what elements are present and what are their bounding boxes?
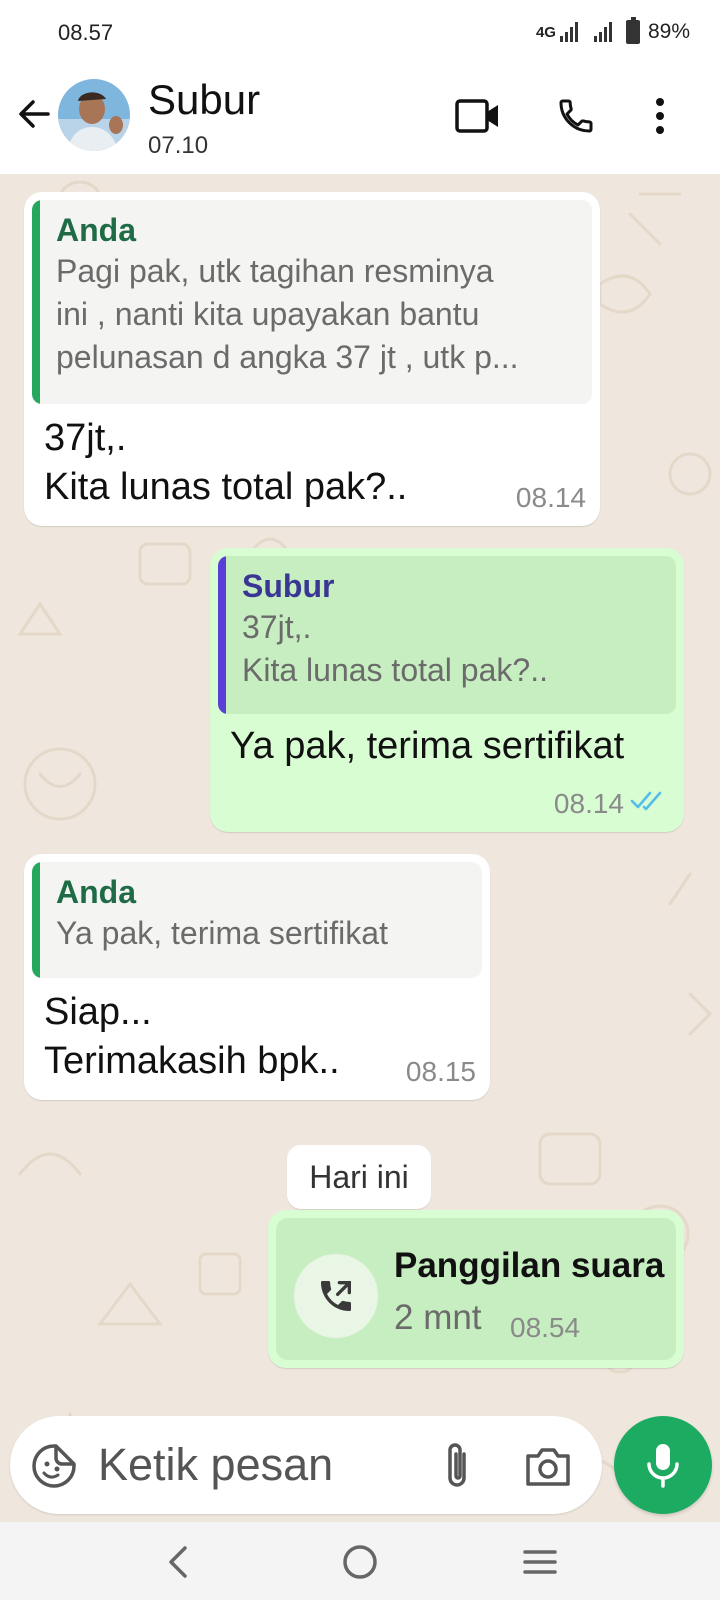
message-outgoing[interactable]: Subur 37jt,. Kita lunas total pak?.. Ya … [210, 548, 684, 832]
chat-header: Subur 07.10 [0, 66, 720, 174]
call-card[interactable]: Panggilan suara 2 mnt 08.54 [276, 1218, 676, 1360]
quote-text-line: ini , nanti kita upayakan bantu [56, 296, 480, 332]
chat-area[interactable]: Anda Pagi pak, utk tagihan resminya ini … [0, 174, 720, 1522]
paperclip-icon[interactable] [434, 1440, 482, 1492]
message-time: 08.54 [510, 1312, 581, 1343]
nav-recents-icon[interactable] [512, 1534, 568, 1590]
contact-name[interactable]: Subur [148, 76, 260, 124]
battery-icon [625, 17, 640, 44]
message-time: 08.14 [515, 482, 586, 513]
read-receipt-icon [630, 789, 666, 816]
nav-back-icon[interactable] [150, 1534, 206, 1590]
quote-text-line: Kita lunas total pak?.. [242, 652, 548, 688]
message-time: 08.15 [405, 1056, 476, 1087]
quote-accent-bar [218, 556, 226, 714]
date-separator: Hari ini [287, 1145, 431, 1209]
avatar[interactable] [58, 79, 130, 151]
nav-home-icon[interactable] [332, 1534, 388, 1590]
quote-text-line: 37jt,. [242, 609, 312, 645]
call-message[interactable]: Panggilan suara 2 mnt 08.54 [268, 1210, 684, 1368]
outgoing-call-icon [294, 1254, 378, 1338]
message-text: 37jt,. Kita lunas total pak?.. [44, 417, 408, 508]
status-time: 08.57 [58, 20, 114, 45]
call-title: Panggilan suara [394, 1246, 665, 1285]
message-input[interactable] [98, 1436, 398, 1494]
camera-icon[interactable] [522, 1442, 574, 1490]
message-incoming[interactable]: Anda Pagi pak, utk tagihan resminya ini … [24, 192, 600, 526]
quote-author: Subur [242, 568, 335, 604]
microphone-icon [647, 1444, 679, 1488]
phone-icon[interactable] [552, 92, 600, 140]
video-camera-icon[interactable] [454, 92, 502, 140]
microphone-button[interactable] [614, 1416, 712, 1514]
quote-text-line: pelunasan d angka 37 jt , utk p... [56, 339, 519, 375]
message-text: Ya pak, terima sertifikat [230, 725, 625, 767]
system-navigation-bar [0, 1522, 720, 1600]
signal-icon-2 [593, 22, 612, 42]
quote-text-line: Pagi pak, utk tagihan resminya [56, 253, 494, 289]
message-incoming[interactable]: Anda Ya pak, terima sertifikat Siap... T… [24, 854, 490, 1100]
contact-subtitle: 07.10 [148, 132, 209, 159]
sticker-icon[interactable] [30, 1442, 78, 1490]
quote-author: Anda [56, 874, 136, 910]
back-arrow-icon[interactable] [14, 94, 54, 134]
call-duration: 2 mnt [394, 1298, 482, 1337]
battery-percent: 89% [647, 20, 690, 43]
message-text: Siap... Terimakasih bpk.. [44, 991, 340, 1082]
status-bar: 08.57 4G 89% [0, 0, 720, 66]
more-vertical-icon[interactable] [636, 92, 684, 140]
quote-accent-bar [32, 862, 40, 978]
message-time: 08.14 [553, 788, 624, 819]
network-type: 4G [535, 23, 556, 41]
quoted-message[interactable]: Subur 37jt,. Kita lunas total pak?.. [218, 556, 676, 714]
quoted-message[interactable]: Anda Pagi pak, utk tagihan resminya ini … [32, 200, 592, 404]
quote-author: Anda [56, 212, 136, 248]
status-indicators: 4G 89% [535, 17, 690, 44]
quote-text-line: Ya pak, terima sertifikat [56, 915, 388, 951]
signal-icon [559, 22, 578, 42]
message-composer [10, 1416, 602, 1514]
quote-accent-bar [32, 200, 40, 404]
quoted-message[interactable]: Anda Ya pak, terima sertifikat [32, 862, 482, 978]
